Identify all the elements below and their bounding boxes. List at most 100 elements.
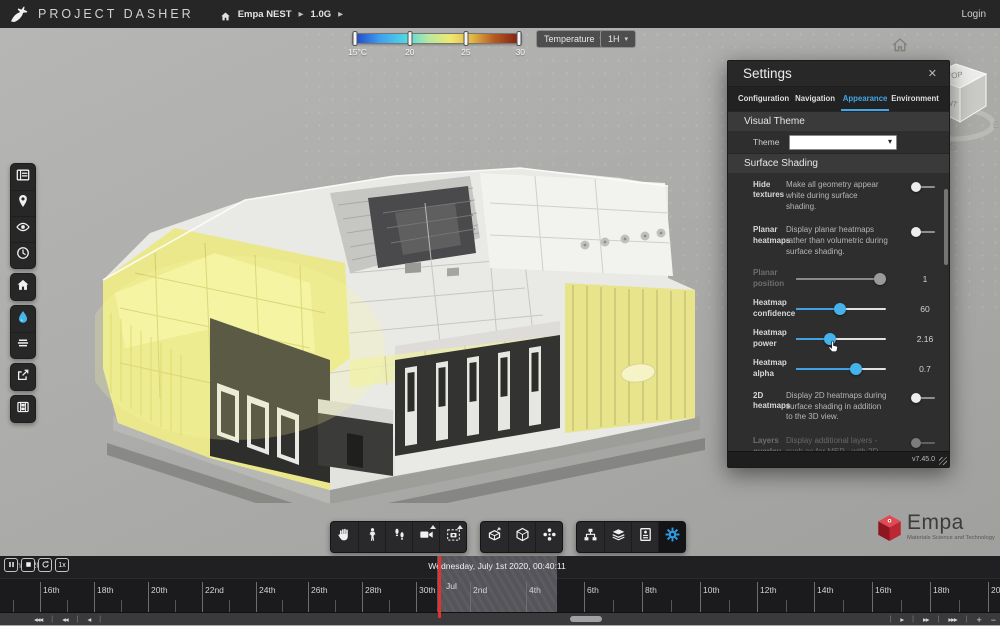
breadcrumb-project[interactable]: Empa NEST	[238, 9, 292, 20]
scrub-forward-icon[interactable]: ▸▸▸	[948, 615, 956, 624]
separator: |	[51, 616, 53, 623]
timeline-zoom-in-button[interactable]: +	[976, 615, 981, 625]
hide-textures-toggle[interactable]	[911, 182, 935, 192]
toolbar-button-model-explode[interactable]	[481, 522, 508, 552]
camera-icon	[419, 527, 434, 547]
legend-tick-label: 25	[461, 47, 470, 57]
scrub-forward-icon[interactable]: ▸	[900, 615, 903, 624]
slider-knob[interactable]	[874, 273, 886, 285]
scrub-back-icon[interactable]: ◂◂	[62, 615, 68, 624]
sidebar-group	[10, 395, 36, 423]
toggle-knob	[911, 227, 921, 237]
playback-pause-button[interactable]	[4, 558, 18, 572]
settings-title: Settings	[743, 66, 792, 81]
heatmap-alpha-slider[interactable]	[796, 363, 886, 375]
scrub-forward-icon[interactable]: ▸▸	[923, 615, 929, 624]
timeline-zoom-out-button[interactable]: −	[991, 615, 996, 625]
timeline-scrollbar-thumb[interactable]	[570, 616, 602, 622]
playback-speed-button[interactable]: 1x	[55, 558, 69, 572]
heatmap-power-slider[interactable]	[796, 333, 886, 345]
resize-handle[interactable]	[939, 457, 947, 465]
legend-handle[interactable]	[352, 31, 357, 46]
toolbar-button-footprints[interactable]	[385, 522, 412, 552]
timeline-tick-minor	[613, 600, 614, 612]
tab-appearance[interactable]: Appearance	[841, 87, 889, 111]
layers-overlay-toggle[interactable]	[911, 438, 935, 448]
sidebar-button-clock[interactable]	[11, 242, 35, 268]
playback-stop-button[interactable]	[21, 558, 35, 572]
toolbar-button-layers[interactable]	[604, 522, 631, 552]
scrub-back-icon[interactable]: ◂◂◂	[34, 615, 42, 624]
slider-knob[interactable]	[850, 363, 862, 375]
chevron-right-icon: ▶	[299, 10, 304, 18]
legend-handle[interactable]	[408, 31, 413, 46]
heatmap-confidence-slider[interactable]	[796, 303, 886, 315]
dropdown-arrow-icon	[430, 525, 436, 529]
planar-heatmaps-toggle[interactable]	[911, 227, 935, 237]
sidebar-button-location-pin[interactable]	[11, 190, 35, 216]
setting-label: Heatmap confidence	[753, 298, 786, 319]
timeline-tick-minor	[786, 600, 787, 612]
timeline: Wednesday, July 1st 2020, 00:40:11 Jun 2…	[0, 556, 1000, 625]
legend-handle[interactable]	[517, 31, 522, 46]
tab-environment[interactable]: Environment	[891, 87, 939, 111]
viewcube-east-label[interactable]: E	[993, 120, 999, 130]
login-button[interactable]: Login	[962, 9, 986, 20]
timeline-tick-label: 8th	[642, 585, 657, 595]
sidebar-button-film[interactable]	[11, 396, 35, 422]
timeline-tick-minor	[843, 600, 844, 612]
planar-position-slider[interactable]	[796, 273, 886, 285]
interval-dropdown[interactable]: 1H ▾	[600, 30, 636, 48]
sensor-type-value: Temperature	[544, 34, 595, 44]
toolbar-button-gear[interactable]	[658, 522, 685, 552]
legend-handle[interactable]	[463, 31, 468, 46]
month-label-jul: Jul	[446, 581, 457, 591]
toolbar-button-point-cluster[interactable]	[535, 522, 562, 552]
breadcrumb: Empa NEST ▶ 1.0G ▶	[220, 9, 343, 20]
toolbar-button-cube[interactable]	[508, 522, 535, 552]
breadcrumb-level[interactable]: 1.0G	[311, 9, 332, 20]
breadcrumb-home-icon[interactable]	[220, 9, 231, 20]
sidebar-button-levels[interactable]	[11, 332, 35, 358]
toolbar-button-hand[interactable]	[331, 522, 358, 552]
viewcube-south-label[interactable]: S	[949, 141, 956, 153]
toolbar-button-capture-region[interactable]	[439, 522, 466, 552]
panel-scrollbar[interactable]	[944, 189, 948, 265]
current-time-label: Wednesday, July 1st 2020, 00:40:11	[437, 556, 557, 576]
legend-gradient-bar[interactable]	[352, 33, 522, 44]
timeline-tick-minor	[729, 600, 730, 612]
dropdown-arrow-icon	[457, 525, 463, 529]
scrub-back-controls: ◂◂◂|◂◂|◂|	[34, 613, 101, 626]
close-icon[interactable]: ✕	[928, 67, 937, 80]
sidebar-button-eye[interactable]	[11, 216, 35, 242]
sidebar-button-list[interactable]	[11, 164, 35, 190]
sidebar-button-home[interactable]	[11, 274, 35, 300]
building-model[interactable]	[95, 143, 715, 503]
toolbar-button-hierarchy[interactable]	[577, 522, 604, 552]
slider-knob[interactable]	[824, 333, 836, 345]
theme-select[interactable]: ▾	[789, 135, 897, 150]
timeline-tick-label: 10th	[700, 585, 720, 595]
scrub-back-icon[interactable]: ◂	[87, 615, 90, 624]
sidebar-button-export[interactable]	[11, 364, 35, 390]
sidebar-button-water-drop[interactable]	[11, 306, 35, 332]
viewport-3d[interactable]: TOP FRONT S E 15°C202530 Temperature ▾ 1…	[0, 28, 1000, 556]
tab-navigation[interactable]: Navigation	[791, 87, 839, 111]
toggle-knob	[911, 393, 921, 403]
toolbar-button-report-panel[interactable]	[631, 522, 658, 552]
toolbar-button-walk-person[interactable]	[358, 522, 385, 552]
export-icon	[16, 368, 30, 387]
levels-icon	[16, 336, 30, 355]
tab-configuration[interactable]: Configuration	[738, 87, 789, 111]
playhead-marker[interactable]	[438, 556, 441, 618]
navigation-toolbar	[330, 521, 686, 553]
slider-knob[interactable]	[834, 303, 846, 315]
location-pin-icon	[16, 194, 30, 213]
2d-heatmaps-toggle[interactable]	[911, 393, 935, 403]
setting-value: 1	[905, 274, 945, 284]
toolbar-button-camera[interactable]	[412, 522, 439, 552]
timeline-tick-minor	[229, 600, 230, 612]
list-icon	[16, 168, 30, 187]
setting-control	[911, 182, 935, 192]
playback-loop-button[interactable]	[38, 558, 52, 572]
